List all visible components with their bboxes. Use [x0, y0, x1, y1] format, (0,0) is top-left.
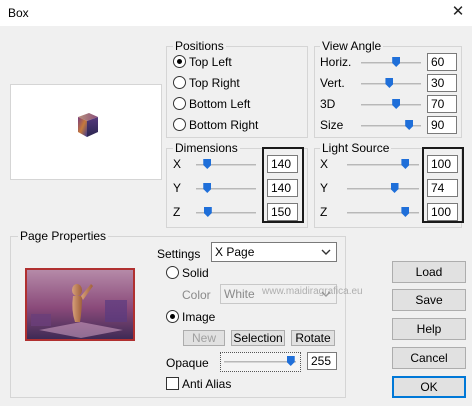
3d-slider-track[interactable] [361, 104, 421, 106]
light-y-input[interactable]: 74 [427, 179, 458, 197]
vert-label: Vert. [320, 76, 345, 90]
dim-z-input[interactable]: 150 [267, 203, 298, 221]
dim-y-label: Y [173, 181, 182, 195]
dim-x-input[interactable]: 140 [267, 155, 298, 173]
opaque-input[interactable]: 255 [307, 352, 337, 370]
light-x-input[interactable]: 100 [427, 155, 458, 173]
light-z-input[interactable]: 100 [427, 203, 458, 221]
box-preview [10, 84, 162, 180]
load-button[interactable]: Load [392, 261, 466, 283]
light-z-label: Z [320, 205, 328, 219]
opaque-label: Opaque [166, 356, 209, 370]
opaque-slider-track[interactable] [224, 361, 296, 363]
new-button[interactable]: New [183, 330, 225, 346]
anti-alias-checkbox[interactable] [166, 377, 179, 390]
page-image [27, 270, 133, 339]
dimensions-legend: Dimensions [173, 141, 240, 155]
size-label: Size [320, 118, 344, 132]
settings-dropdown[interactable]: X Page [211, 242, 337, 262]
label-bottom-right[interactable]: Bottom Right [189, 117, 258, 133]
settings-value: X Page [215, 245, 255, 259]
dim-x-label: X [173, 157, 182, 171]
watermark-text: www.maidiragrafica.eu [262, 286, 363, 297]
window-title: Box [8, 6, 29, 20]
horiz-label: Horiz. [320, 55, 352, 69]
size-input[interactable]: 90 [427, 116, 457, 134]
settings-label: Settings [157, 247, 201, 261]
image-label[interactable]: Image [182, 309, 215, 325]
radio-image[interactable] [166, 310, 179, 323]
light-x-label: X [320, 157, 329, 171]
radio-top-left[interactable] [173, 55, 186, 68]
horiz-input[interactable]: 60 [427, 53, 457, 71]
save-button[interactable]: Save [392, 289, 466, 311]
help-button[interactable]: Help [392, 318, 466, 340]
3d-input[interactable]: 70 [427, 95, 457, 113]
title-bar [0, 0, 472, 26]
page-properties-legend: Page Properties [18, 229, 109, 243]
anti-alias-label[interactable]: Anti Alias [182, 376, 231, 392]
solid-label[interactable]: Solid [182, 265, 209, 281]
dim-z-label: Z [173, 205, 181, 219]
label-top-right[interactable]: Top Right [189, 75, 240, 91]
color-value: White [224, 287, 255, 301]
vert-input[interactable]: 30 [427, 74, 457, 92]
cancel-button[interactable]: Cancel [392, 347, 466, 369]
light-y-label: Y [320, 181, 329, 195]
positions-legend: Positions [173, 39, 226, 53]
radio-solid[interactable] [166, 266, 179, 279]
cube-preview-image [78, 113, 98, 137]
label-top-left[interactable]: Top Left [189, 54, 232, 70]
selection-button[interactable]: Selection [231, 330, 285, 346]
3d-label: 3D [320, 97, 336, 111]
radio-top-right[interactable] [173, 76, 186, 89]
view-angle-legend: View Angle [320, 39, 384, 53]
color-label: Color [182, 288, 211, 302]
ok-button[interactable]: OK [392, 376, 466, 398]
dim-y-input[interactable]: 140 [267, 179, 298, 197]
radio-bottom-right[interactable] [173, 118, 186, 131]
light-y-slider-track[interactable] [347, 188, 419, 190]
close-icon[interactable]: ✕ [449, 3, 467, 21]
radio-bottom-left[interactable] [173, 97, 186, 110]
rotate-button[interactable]: Rotate [291, 330, 335, 346]
light-source-legend: Light Source [320, 141, 392, 155]
page-image-thumbnail [25, 268, 135, 341]
label-bottom-left[interactable]: Bottom Left [189, 96, 250, 112]
chevron-down-icon [321, 249, 331, 255]
horiz-slider-track[interactable] [361, 62, 421, 64]
